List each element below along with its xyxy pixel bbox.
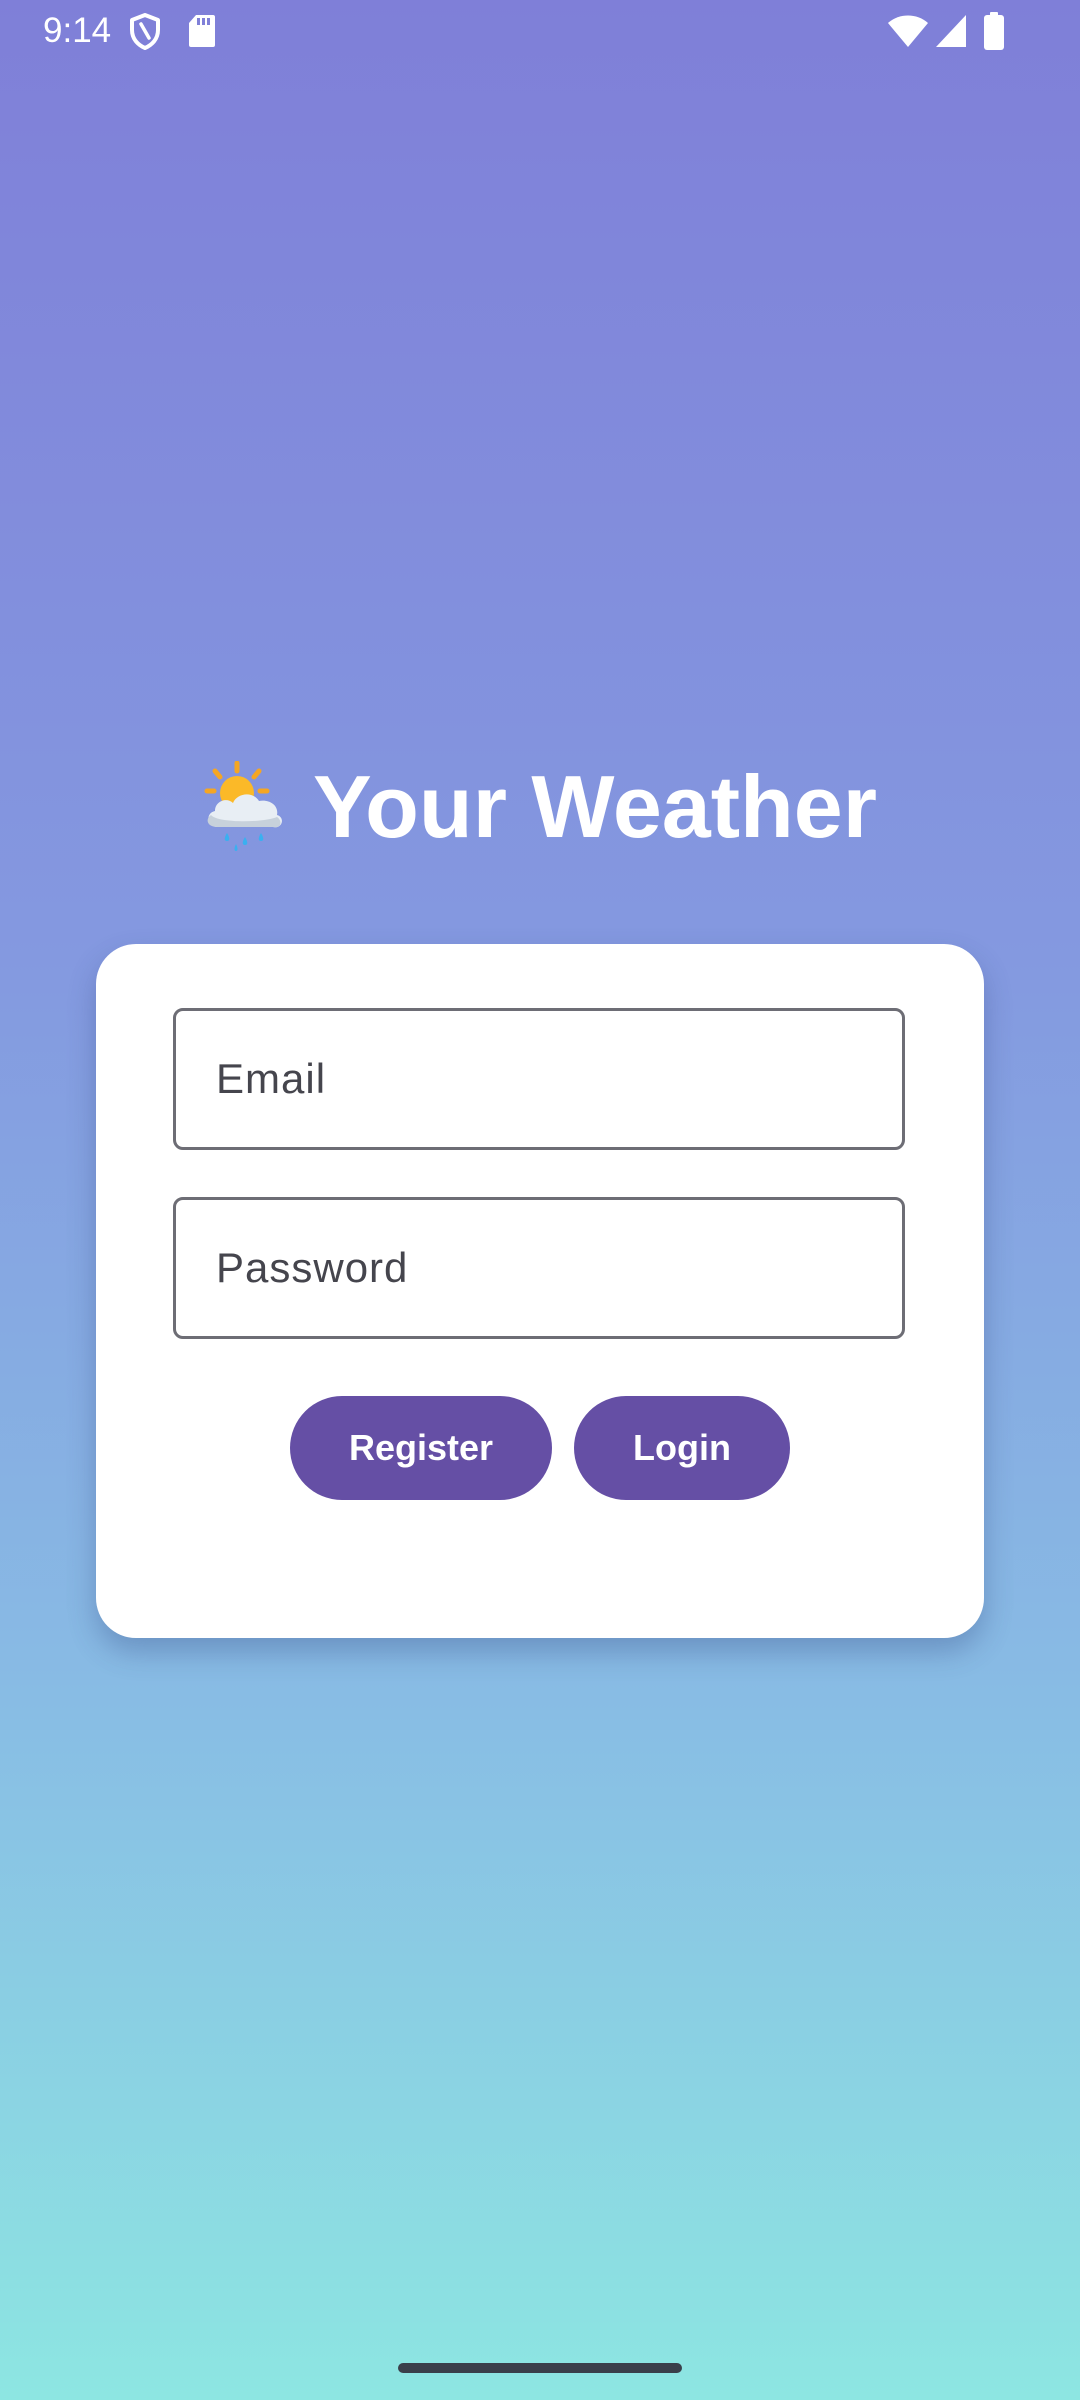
password-placeholder: Password	[216, 1244, 409, 1291]
login-button[interactable]: Login	[574, 1396, 790, 1500]
sun-behind-rain-cloud-icon	[204, 761, 282, 851]
register-button[interactable]: Register	[290, 1396, 552, 1500]
sd-card-icon	[189, 15, 215, 47]
password-field[interactable]: Password	[173, 1197, 905, 1339]
home-indicator[interactable]	[398, 2363, 682, 2373]
status-bar: 9:14	[0, 0, 1080, 64]
wifi-icon	[888, 15, 928, 47]
login-card: Email Password Register Login	[96, 944, 984, 1638]
status-time: 9:14	[43, 11, 112, 50]
battery-icon	[984, 12, 1004, 50]
app-title: Your Weather	[313, 757, 877, 856]
email-placeholder: Email	[216, 1055, 327, 1102]
shield-icon	[130, 13, 160, 50]
cell-signal-icon	[936, 15, 966, 47]
email-field[interactable]: Email	[173, 1008, 905, 1150]
app-header: Your Weather	[0, 752, 1080, 862]
